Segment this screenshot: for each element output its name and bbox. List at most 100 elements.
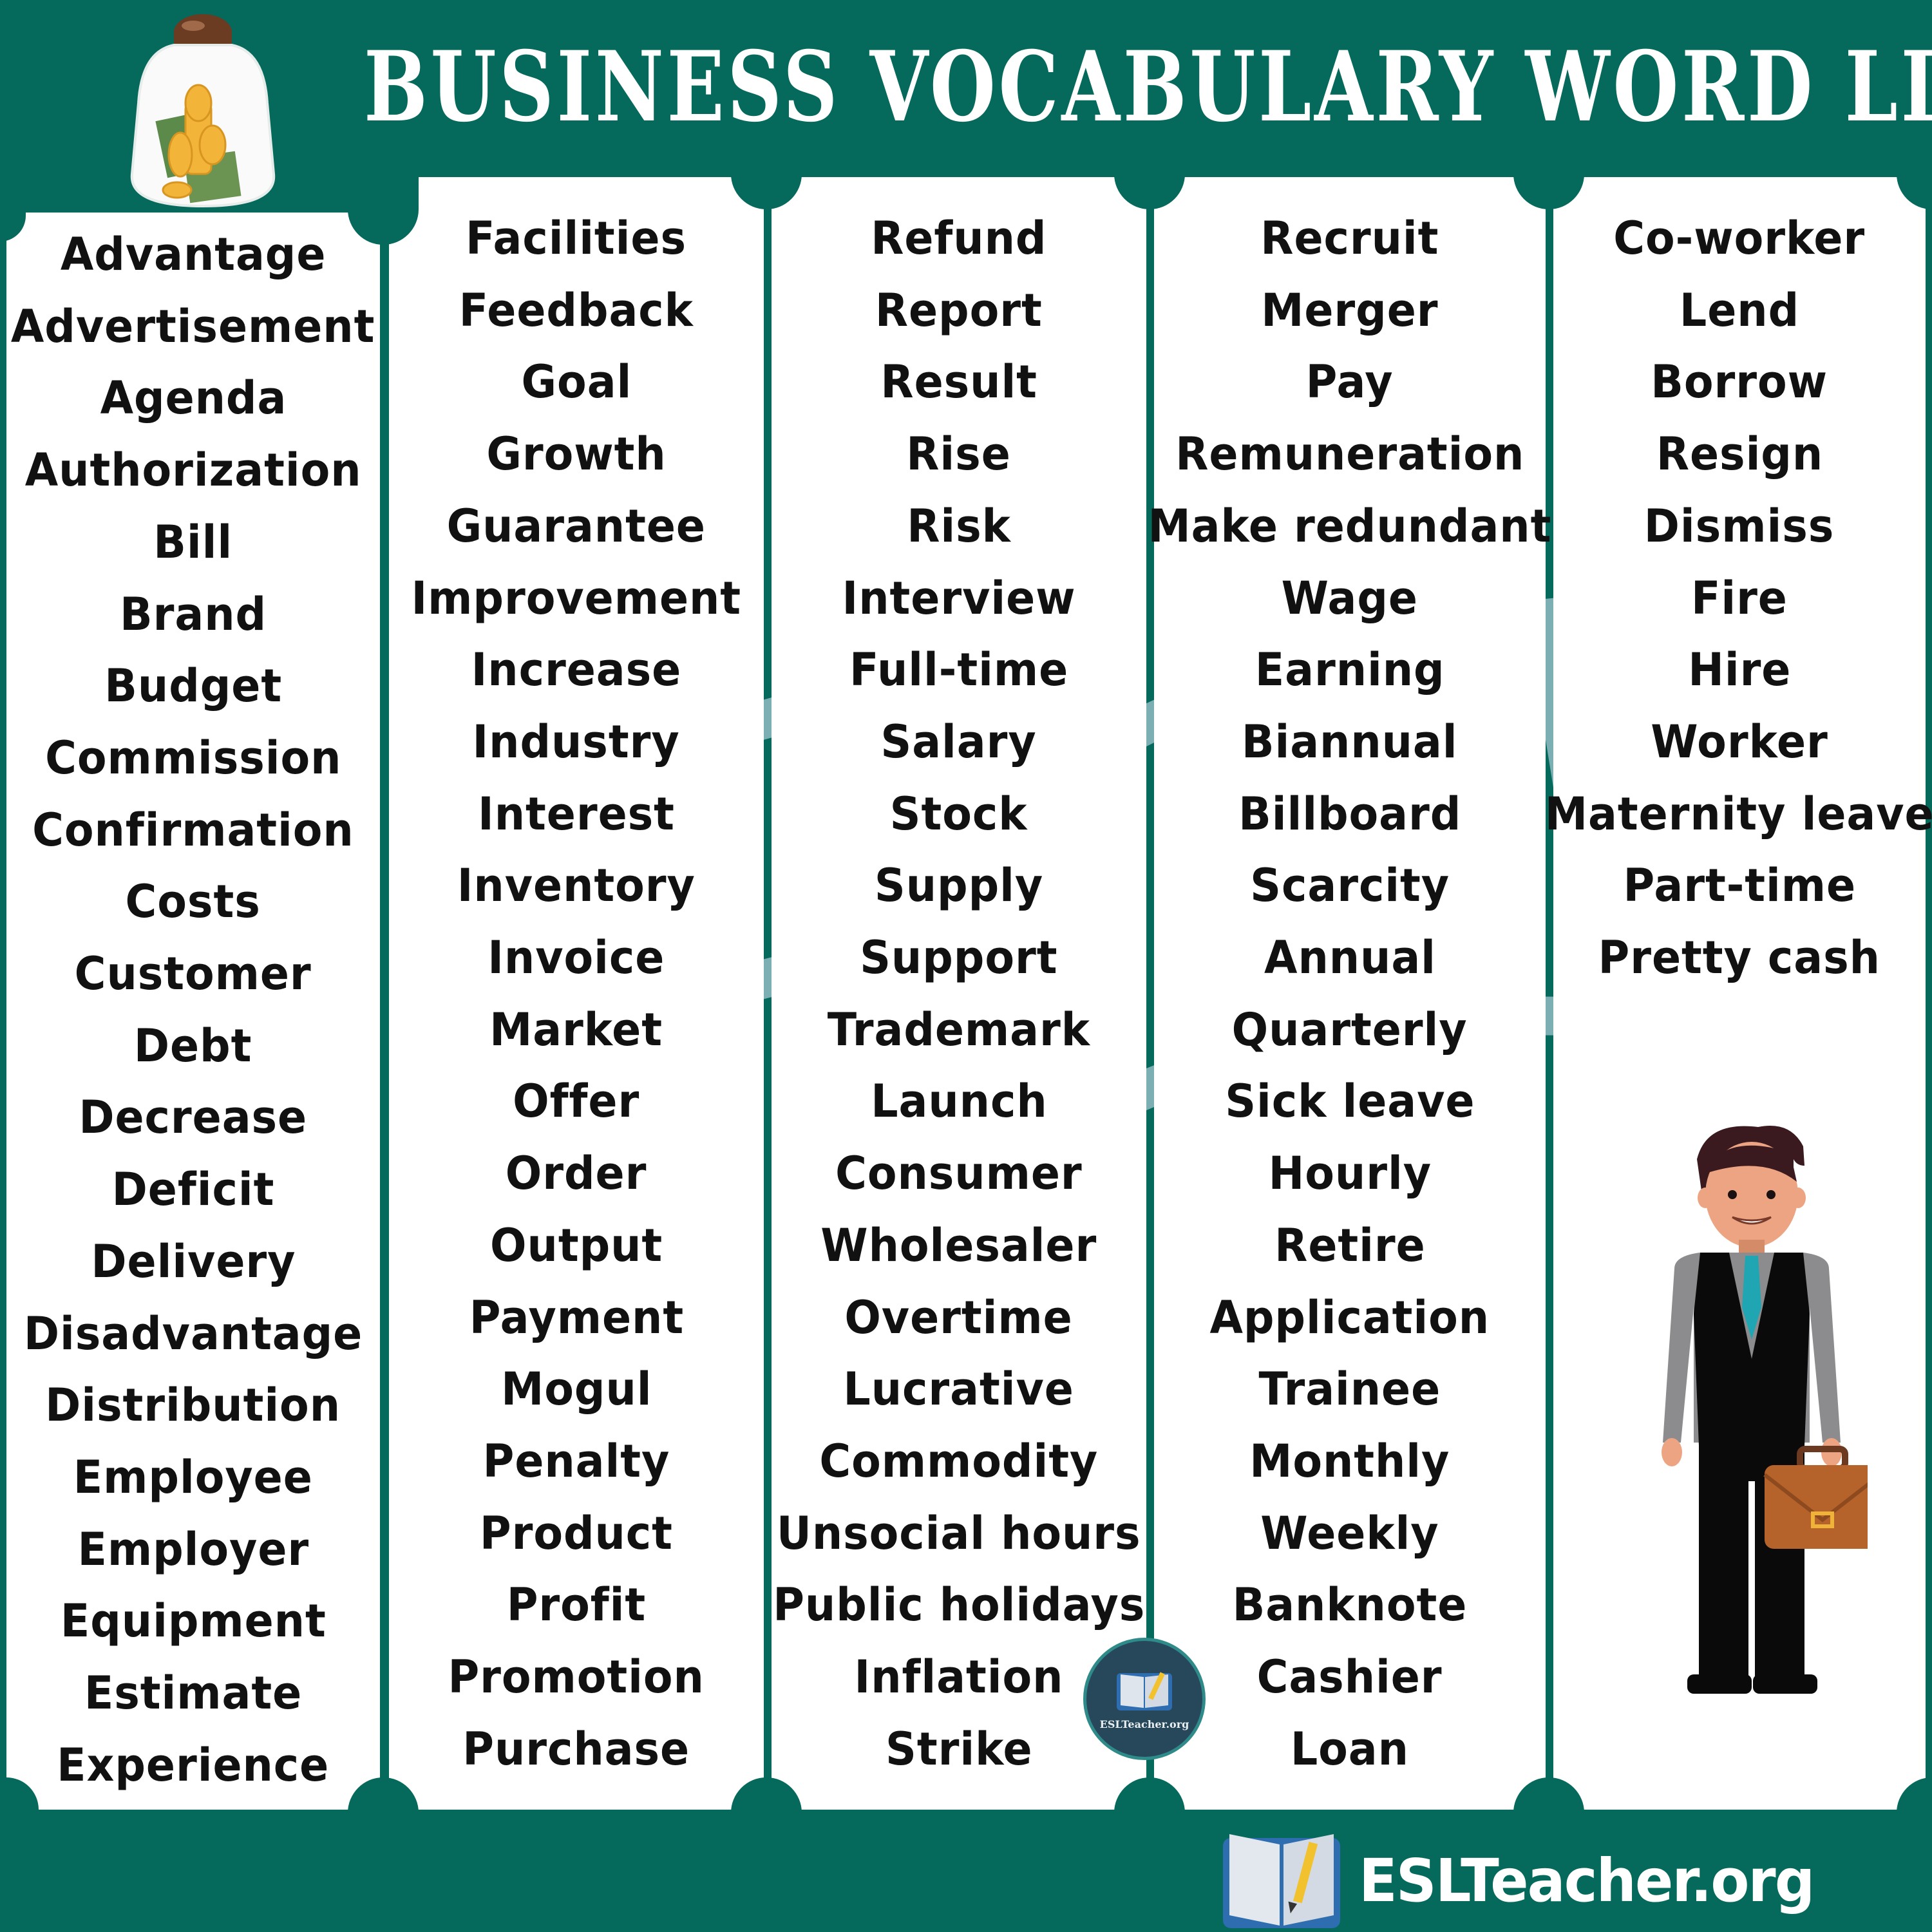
word-list-3: Refund Report Result Rise Risk Interview…	[772, 203, 1146, 1785]
word-item: Delivery	[90, 1235, 296, 1288]
word-item: Launch	[870, 1075, 1048, 1128]
word-item: Trainee	[1258, 1363, 1441, 1416]
word-item: Commodity	[819, 1434, 1099, 1488]
word-item: Result	[880, 355, 1037, 409]
word-item: Profit	[506, 1578, 647, 1632]
word-item: Sick leave	[1224, 1075, 1475, 1128]
word-item: Decrease	[79, 1091, 308, 1144]
word-list-5: Co-worker Lend Borrow Resign Dismiss Fir…	[1545, 203, 1932, 994]
word-item: Promotion	[448, 1651, 705, 1704]
word-item: Retire	[1274, 1218, 1426, 1272]
word-item: Wholesaler	[820, 1218, 1097, 1272]
word-item: Bill	[153, 515, 233, 569]
word-item: Risk	[907, 499, 1011, 553]
word-item: Supply	[874, 859, 1044, 913]
word-item: Offer	[513, 1075, 640, 1128]
word-item: Penalty	[482, 1434, 670, 1488]
word-item: Product	[479, 1506, 674, 1560]
book-pencil-icon	[1117, 1671, 1172, 1710]
word-item: Billboard	[1238, 787, 1462, 840]
word-item: Inventory	[457, 859, 696, 913]
footer-logo-text: ESLTeacher.org	[1359, 1846, 1815, 1915]
word-item: Employee	[73, 1450, 313, 1504]
word-item: Debt	[134, 1019, 252, 1072]
word-item: Advertisement	[11, 299, 375, 353]
column-divider-cap	[348, 174, 419, 245]
word-item: Resign	[1656, 428, 1823, 481]
word-item: Interest	[478, 787, 675, 840]
word-item: Fire	[1691, 571, 1788, 625]
word-item: Industry	[472, 715, 681, 768]
word-item: Consumer	[835, 1147, 1083, 1200]
word-item: Annual	[1264, 931, 1436, 985]
word-item: Brand	[119, 587, 267, 641]
word-item: Hire	[1687, 643, 1792, 697]
word-item: Rise	[906, 428, 1012, 481]
word-item: Borrow	[1651, 355, 1828, 409]
word-item: Make redundant	[1148, 499, 1552, 553]
esl-teacher-badge: ESLTeacher.org	[1083, 1638, 1206, 1760]
word-list-1: Advantage Advertisement Agenda Authoriza…	[6, 219, 380, 1801]
businessman-illustration	[1662, 1126, 1868, 1694]
word-item: Inflation	[854, 1651, 1064, 1704]
word-item: Monthly	[1249, 1434, 1450, 1488]
word-item: Merger	[1261, 283, 1439, 337]
word-item: Remuneration	[1175, 428, 1525, 481]
word-item: Recruit	[1260, 212, 1439, 265]
word-item: Refund	[871, 212, 1047, 265]
word-item: Employer	[77, 1522, 309, 1576]
word-item: Facilities	[466, 212, 687, 265]
word-item: Market	[489, 1003, 663, 1056]
word-item: Authorization	[24, 444, 362, 497]
word-item: Earning	[1255, 643, 1445, 697]
word-item: Public holidays	[772, 1578, 1146, 1632]
word-list-4: Recruit Merger Pay Remuneration Make red…	[1148, 203, 1551, 1785]
word-item: Budget	[104, 659, 282, 713]
word-item: Application	[1209, 1291, 1490, 1344]
word-item: Experience	[57, 1738, 330, 1792]
word-item: Quarterly	[1232, 1003, 1468, 1056]
word-item: Unsocial hours	[777, 1506, 1141, 1560]
word-item: Lucrative	[843, 1363, 1075, 1416]
word-item: Purchase	[462, 1722, 690, 1776]
word-item: Co-worker	[1613, 212, 1866, 265]
word-item: Growth	[486, 428, 667, 481]
word-item: Salary	[880, 715, 1037, 768]
word-item: Stock	[890, 787, 1028, 840]
badge-text: ESLTeacher.org	[1099, 1718, 1189, 1730]
word-item: Support	[860, 931, 1058, 985]
word-item: Customer	[74, 947, 312, 1001]
footer-logo[interactable]: ESLTeacher.org	[1220, 1829, 1838, 1932]
word-item: Wage	[1281, 571, 1419, 625]
word-item: Agenda	[100, 372, 287, 425]
word-item: Lend	[1679, 283, 1800, 337]
word-item: Advantage	[60, 228, 327, 281]
word-item: Scarcity	[1250, 859, 1450, 913]
word-item: Guarantee	[446, 499, 706, 553]
word-item: Maternity leave	[1544, 787, 1932, 840]
word-item: Pretty cash	[1598, 931, 1881, 985]
word-list-2: Facilities Feedback Goal Growth Guarante…	[389, 203, 764, 1785]
word-item: Improvement	[411, 571, 742, 625]
word-item: Dismiss	[1644, 499, 1835, 553]
word-item: Overtime	[844, 1291, 1074, 1344]
word-item: Equipment	[60, 1595, 327, 1648]
word-item: Loan	[1290, 1722, 1410, 1776]
word-item: Pay	[1306, 355, 1394, 409]
word-item: Cashier	[1257, 1651, 1443, 1704]
word-item: Estimate	[84, 1667, 303, 1720]
word-item: Output	[489, 1218, 663, 1272]
word-item: Trademark	[827, 1003, 1091, 1056]
word-item: Worker	[1651, 715, 1828, 768]
book-pencil-icon	[1223, 1834, 1340, 1928]
word-item: Mogul	[500, 1363, 652, 1416]
word-item: Deficit	[111, 1163, 275, 1217]
word-item: Weekly	[1260, 1506, 1439, 1560]
word-item: Costs	[125, 875, 261, 929]
word-item: Full-time	[849, 643, 1069, 697]
word-item: Biannual	[1242, 715, 1458, 768]
word-column-1: Advantage Advertisement Agenda Authoriza…	[6, 213, 380, 1810]
word-item: Feedback	[459, 283, 694, 337]
word-item: Commission	[44, 731, 342, 784]
word-item: Part-time	[1623, 859, 1856, 913]
